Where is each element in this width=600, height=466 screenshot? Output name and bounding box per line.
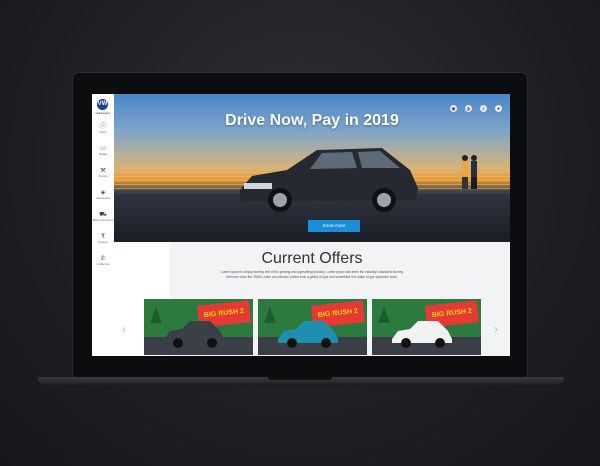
sidebar-item-models[interactable]: ▭ Models (92, 146, 114, 164)
sidebar-item-label: Contact Us (96, 263, 110, 266)
search-icon[interactable]: ⌕ (480, 105, 487, 112)
offer-car-image (392, 321, 452, 348)
sidebar-item-label: Models (98, 153, 108, 156)
rupee-icon: ₹ (101, 234, 105, 240)
sidebar-item-accessories[interactable]: ◈ Accessories (92, 190, 114, 208)
sidebar-item-label: Book a Test Drive (92, 219, 114, 222)
hero-car-image (240, 148, 418, 212)
christmas-tree-icon (150, 307, 162, 323)
hero-top-icons: ◉ ◍ ⌕ ● (442, 97, 502, 115)
sidebar-item-label: Accessories (96, 197, 110, 200)
phone-icon: ✆ (100, 256, 106, 262)
couple-silhouette-image (462, 155, 477, 189)
wrench-icon: ⚒ (100, 168, 106, 174)
test-drive-icon: ⛟ (99, 212, 107, 218)
brand-name: Volkswagen (95, 111, 111, 115)
hero-banner: Drive Now, Pay in 2019 ◉ ◍ ⌕ ● Know more (114, 94, 510, 242)
sidebar-item-contact[interactable]: ✆ Contact Us (92, 256, 114, 274)
christmas-tree-icon (264, 307, 276, 323)
sidebar-item-label: Service (98, 175, 108, 178)
vw-logo-icon[interactable]: VW (97, 99, 108, 110)
car-icon: ▭ (100, 146, 106, 152)
info-icon: ⓘ (99, 124, 106, 130)
offer-card[interactable]: BIG RUSH 2 (144, 299, 253, 355)
screen: VW Volkswagen ⓘ About ▭ Models ⚒ Service… (92, 94, 510, 356)
offer-card[interactable]: BIG RUSH 2 (258, 299, 367, 355)
chevron-right-icon[interactable]: › (494, 322, 498, 336)
offers-description: Lorem Ipsum is simply dummy text of the … (220, 270, 404, 279)
sidebar-item-finance[interactable]: ₹ Finance (92, 234, 114, 252)
profile-icon[interactable]: ● (495, 105, 502, 112)
laptop-notch (268, 377, 332, 380)
sidebar-item-about[interactable]: ⓘ About (92, 124, 114, 142)
globe-icon[interactable]: ◍ (465, 105, 472, 112)
know-more-button[interactable]: Know more (308, 220, 360, 232)
offer-car-image (164, 321, 224, 348)
christmas-tree-icon (378, 307, 390, 323)
sidebar-item-label: About (99, 131, 107, 134)
current-offers-section: Current Offers Lorem Ipsum is simply dum… (114, 242, 510, 356)
sidebar-item-service[interactable]: ⚒ Service (92, 168, 114, 186)
sidebar: VW Volkswagen ⓘ About ▭ Models ⚒ Service… (92, 94, 115, 356)
location-icon[interactable]: ◉ (450, 105, 457, 112)
offer-card[interactable]: BIG RUSH 2 (372, 299, 481, 355)
sidebar-item-test-drive[interactable]: ⛟ Book a Test Drive (92, 212, 114, 230)
offer-car-image (278, 321, 338, 348)
offers-title: Current Offers (261, 250, 363, 267)
chevron-left-icon[interactable]: ‹ (122, 322, 126, 336)
sidebar-item-label: Finance (98, 241, 108, 244)
accessories-icon: ◈ (100, 190, 106, 196)
